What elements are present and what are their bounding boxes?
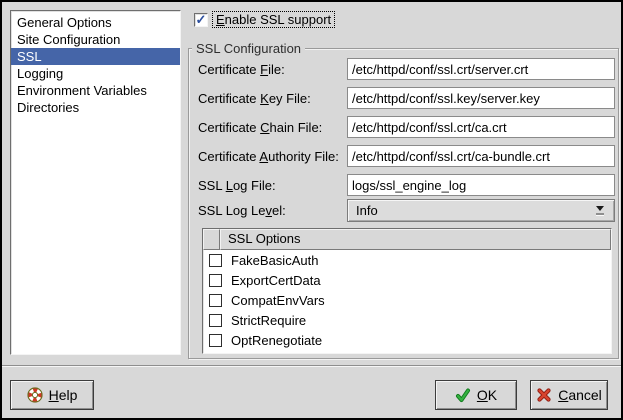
sidebar-item-ssl[interactable]: SSL <box>11 48 180 65</box>
checkbox-box[interactable]: ✓ <box>194 13 208 27</box>
checkmark-icon: ✓ <box>196 13 207 26</box>
certificate-file-label: Certificate File: <box>198 62 285 77</box>
option-label: ExportCertData <box>231 273 321 288</box>
certificate-authority-file-row: Certificate Authority File: <box>198 145 615 168</box>
ssl-options-table-header: SSL Options <box>203 229 611 250</box>
ssl-options-table: SSL Options FakeBasicAuth ExportCertData… <box>202 228 612 354</box>
certificate-authority-file-label: Certificate Authority File: <box>198 149 339 164</box>
certificate-chain-file-row: Certificate Chain File: <box>198 116 615 139</box>
cancel-button-label: Cancel <box>558 387 602 403</box>
certificate-key-file-row: Certificate Key File: <box>198 87 615 110</box>
certificate-chain-file-label: Certificate Chain File: <box>198 120 322 135</box>
certificate-file-row: Certificate File: <box>198 58 615 81</box>
help-button[interactable]: Help <box>10 380 94 410</box>
category-list: General Options Site Configuration SSL L… <box>10 10 181 355</box>
option-label: StrictRequire <box>231 313 306 328</box>
ssl-configuration-frame-title: SSL Configuration <box>192 41 305 56</box>
ssl-log-file-input[interactable] <box>347 174 615 196</box>
option-label: CompatEnvVars <box>231 293 325 308</box>
sidebar-item-general-options[interactable]: General Options <box>11 14 180 31</box>
certificate-key-file-label: Certificate Key File: <box>198 91 311 106</box>
enable-ssl-checkbox[interactable]: ✓ Enable SSL support <box>194 11 335 28</box>
ssl-option-row-strictrequire[interactable]: StrictRequire <box>203 310 611 330</box>
x-icon <box>536 387 552 403</box>
help-button-label: Help <box>49 387 78 403</box>
check-icon <box>455 387 471 403</box>
dropdown-arrow-icon <box>590 206 614 215</box>
ssl-log-level-row: SSL Log Level: Info <box>198 199 615 222</box>
option-checkbox[interactable] <box>209 294 222 307</box>
ssl-log-level-dropdown[interactable]: Info <box>347 199 615 222</box>
checkbox-column-header[interactable] <box>203 229 220 250</box>
certificate-chain-file-input[interactable] <box>347 116 615 138</box>
ssl-option-row-optrenegotiate[interactable]: OptRenegotiate <box>203 330 611 350</box>
certificate-file-input[interactable] <box>347 58 615 80</box>
sidebar-item-site-configuration[interactable]: Site Configuration <box>11 31 180 48</box>
option-label: FakeBasicAuth <box>231 253 318 268</box>
sidebar-item-environment-variables[interactable]: Environment Variables <box>11 82 180 99</box>
ssl-option-row-compatenvvars[interactable]: CompatEnvVars <box>203 290 611 310</box>
option-checkbox[interactable] <box>209 314 222 327</box>
sidebar-item-directories[interactable]: Directories <box>11 99 180 116</box>
option-label: OptRenegotiate <box>231 333 322 348</box>
ssl-log-level-value: Info <box>348 203 590 218</box>
certificate-authority-file-input[interactable] <box>347 145 615 167</box>
certificate-key-file-input[interactable] <box>347 87 615 109</box>
ssl-option-row-fakebasicauth[interactable]: FakeBasicAuth <box>203 250 611 270</box>
ssl-option-row-exportcertdata[interactable]: ExportCertData <box>203 270 611 290</box>
ssl-log-file-label: SSL Log File: <box>198 178 276 193</box>
sidebar-item-logging[interactable]: Logging <box>11 65 180 82</box>
enable-ssl-label: Enable SSL support <box>212 11 335 28</box>
ok-button-label: OK <box>477 387 497 403</box>
option-checkbox[interactable] <box>209 254 222 267</box>
life-ring-icon <box>27 387 43 403</box>
option-checkbox[interactable] <box>209 334 222 347</box>
button-area-separator <box>2 365 623 367</box>
cancel-button[interactable]: Cancel <box>530 380 608 410</box>
ok-button[interactable]: OK <box>435 380 517 410</box>
ssl-log-level-label: SSL Log Level: <box>198 203 286 218</box>
option-checkbox[interactable] <box>209 274 222 287</box>
ssl-log-file-row: SSL Log File: <box>198 174 615 197</box>
ssl-options-column-header[interactable]: SSL Options <box>220 229 611 250</box>
httpd-config-window: General Options Site Configuration SSL L… <box>0 0 623 420</box>
